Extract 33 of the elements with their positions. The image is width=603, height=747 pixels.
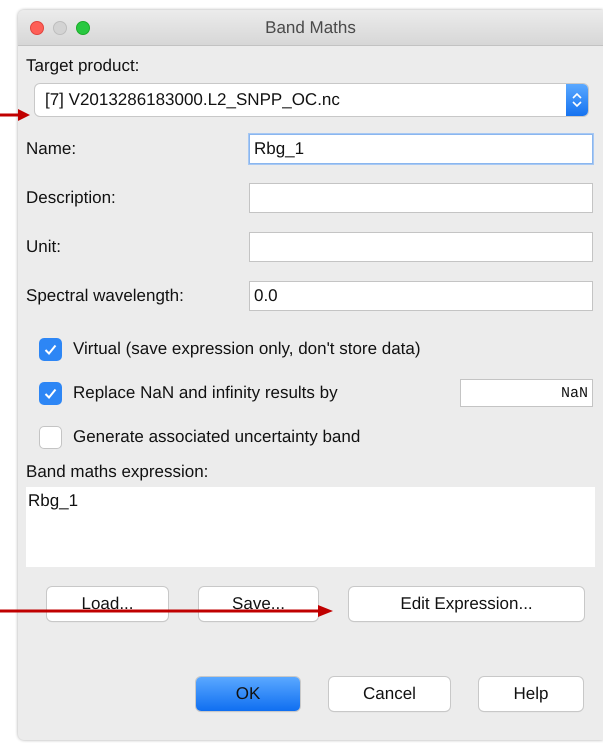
expression-button[interactable]: Save... [199,587,318,621]
expression-button[interactable]: Edit Expression... [349,587,584,621]
replacement-value-field[interactable]: NaN [460,379,593,407]
text-field[interactable]: Rbg_1 [249,134,593,164]
product-dropdown[interactable]: [7] V2013286183000.L2_SNPP_OC.nc [35,84,588,116]
checkbox[interactable] [39,338,62,360]
checkbox-label: Virtual (save expression only, don't store data) [73,339,421,359]
minimize-icon[interactable] [53,21,67,35]
close-icon[interactable] [30,21,44,35]
checkmark-icon [44,388,57,398]
field-label: Spectral wavelength: [26,286,184,305]
stepper-icon [566,84,588,116]
expression-button[interactable]: Load... [47,587,168,621]
dialog-button[interactable]: Cancel [329,677,450,711]
annotation-arrow [0,108,30,122]
checkmark-icon [44,344,57,354]
text-field[interactable] [249,232,593,262]
checkbox[interactable] [39,426,62,448]
window-title: Band Maths [265,18,356,38]
field-label: Description: [26,188,116,207]
checkbox-label: Generate associated uncertainty band [73,427,360,447]
text-field[interactable] [249,183,593,213]
checkbox[interactable] [39,382,62,404]
field-label: Name: [26,139,76,158]
field-label: Band maths expression: [26,462,210,482]
checkbox-label: Replace NaN and infinity results by [73,383,338,403]
text-field[interactable]: 0.0 [249,281,593,311]
dialog-button[interactable]: OK [196,677,300,711]
zoom-icon[interactable] [76,21,90,35]
field-label: Unit: [26,237,61,256]
dialog-button[interactable]: Help [479,677,583,711]
expression-area[interactable]: Rbg_1 [26,487,595,567]
field-label: Target product: [26,56,140,76]
